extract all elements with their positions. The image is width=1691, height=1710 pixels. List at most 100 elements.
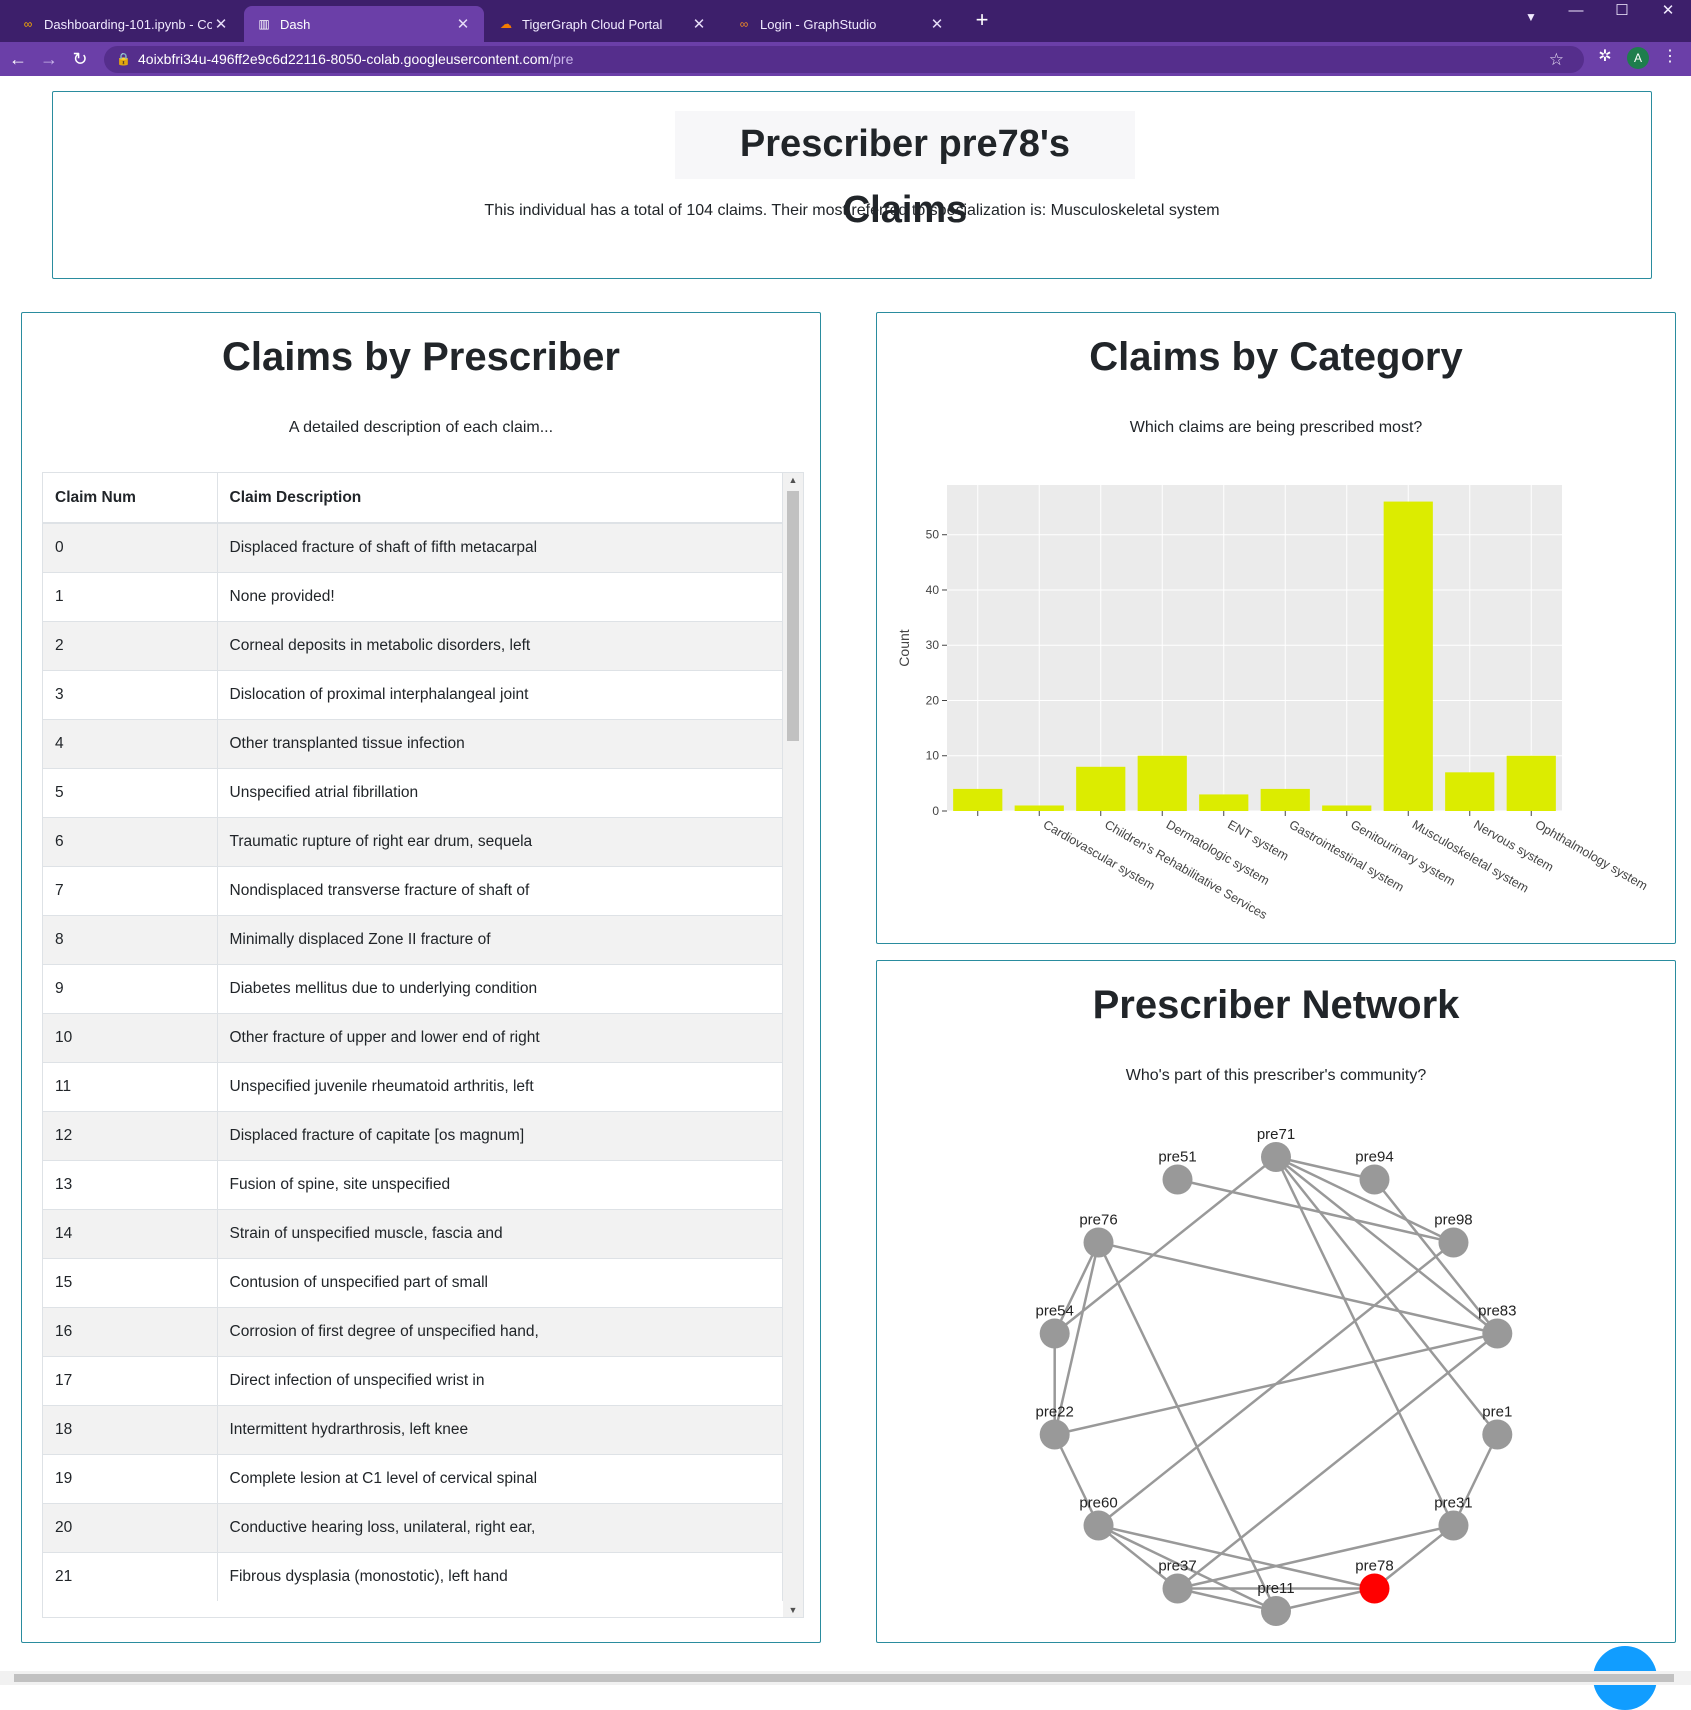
network-node[interactable] (1083, 1510, 1114, 1541)
network-node[interactable] (1162, 1164, 1193, 1195)
table-row[interactable]: 11 Unspecified juvenile rheumatoid arthri… (43, 1061, 783, 1111)
claim-num-cell[interactable]: 5 (43, 767, 218, 817)
network-node[interactable] (1261, 1142, 1291, 1172)
scrollbar-thumb[interactable] (787, 491, 799, 741)
claim-num-cell[interactable]: 2 (43, 620, 218, 670)
forward-icon[interactable]: → (37, 47, 61, 71)
close-window-icon[interactable]: ✕ (1645, 0, 1691, 24)
table-row[interactable]: 15 Contusion of unspecified part of small (43, 1257, 783, 1307)
profile-avatar[interactable]: A (1627, 47, 1649, 69)
claim-description-cell[interactable]: Traumatic rupture of right ear drum, seq… (217, 816, 783, 866)
table-row[interactable]: 6 Traumatic rupture of right ear drum, se… (43, 816, 783, 866)
claim-description-cell[interactable]: Diabetes mellitus due to underlying cond… (217, 963, 783, 1013)
claim-num-cell[interactable]: 18 (43, 1404, 218, 1454)
table-row[interactable]: 5 Unspecified atrial fibrillation (43, 767, 783, 817)
claim-description-cell[interactable]: None provided! (217, 571, 783, 621)
claim-description-cell[interactable]: Conductive hearing loss, unilateral, rig… (217, 1502, 783, 1552)
table-scrollbar[interactable]: ▲ ▼ (783, 473, 803, 1617)
close-tab-icon[interactable]: ✕ (212, 15, 230, 33)
claim-num-cell[interactable]: 1 (43, 571, 218, 621)
table-row[interactable]: 20 Conductive hearing loss, unilateral, r… (43, 1502, 783, 1552)
tab-search-icon[interactable]: ▼ (1508, 6, 1554, 30)
claim-description-cell[interactable]: Complete lesion at C1 level of cervical … (217, 1453, 783, 1503)
table-row[interactable]: 21 Fibrous dysplasia (monostotic), left h… (43, 1551, 783, 1601)
table-row[interactable]: 4 Other transplanted tissue infection (43, 718, 783, 768)
minimize-icon[interactable]: — (1553, 0, 1599, 24)
table-row[interactable]: 1 None provided! (43, 571, 783, 621)
tab-graphstudio[interactable]: ∞ Login - GraphStudio ✕ (724, 6, 958, 42)
table-row[interactable]: 13 Fusion of spine, site unspecified (43, 1159, 783, 1209)
new-tab-button[interactable]: + (970, 9, 994, 33)
claim-description-cell[interactable]: Corneal deposits in metabolic disorders,… (217, 620, 783, 670)
claim-num-cell[interactable]: 20 (43, 1502, 218, 1552)
claim-num-cell[interactable]: 17 (43, 1355, 218, 1405)
network-node[interactable] (1039, 1419, 1070, 1450)
reload-icon[interactable]: ↻ (68, 47, 92, 71)
table-row[interactable]: 19 Complete lesion at C1 level of cervica… (43, 1453, 783, 1503)
claim-num-cell[interactable]: 16 (43, 1306, 218, 1356)
maximize-icon[interactable]: ☐ (1599, 0, 1645, 24)
claim-description-cell[interactable]: Corrosion of first degree of unspecified… (217, 1306, 783, 1356)
claim-num-cell[interactable]: 6 (43, 816, 218, 866)
network-node[interactable] (1482, 1419, 1513, 1450)
claim-num-cell[interactable]: 19 (43, 1453, 218, 1503)
network-node[interactable] (1359, 1164, 1390, 1195)
claim-description-cell[interactable]: Fusion of spine, site unspecified (217, 1159, 783, 1209)
close-tab-icon[interactable]: ✕ (928, 15, 946, 33)
close-tab-icon[interactable]: ✕ (690, 15, 708, 33)
table-row[interactable]: 8 Minimally displaced Zone II fracture of (43, 914, 783, 964)
address-bar[interactable]: 🔒 4oixbfri34u-496ff2e9c6d22116-8050-cola… (104, 46, 1584, 73)
claim-num-cell[interactable]: 9 (43, 963, 218, 1013)
table-row[interactable]: 9 Diabetes mellitus due to underlying con… (43, 963, 783, 1013)
tab-tigergraph[interactable]: ☁ TigerGraph Cloud Portal ✕ (486, 6, 720, 42)
page-horizontal-scrollbar[interactable] (0, 1671, 1691, 1685)
network-node[interactable] (1261, 1596, 1291, 1626)
column-header-claim-num[interactable]: Claim Num (43, 473, 218, 524)
table-row[interactable]: 16 Corrosion of first degree of unspecifi… (43, 1306, 783, 1356)
back-icon[interactable]: ← (6, 47, 30, 71)
claim-num-cell[interactable]: 14 (43, 1208, 218, 1258)
tab-colab[interactable]: ∞ Dashboarding-101.ipynb - Colab ✕ (8, 6, 242, 42)
scroll-up-icon[interactable]: ▲ (783, 475, 803, 485)
claim-num-cell[interactable]: 11 (43, 1061, 218, 1111)
claim-description-cell[interactable]: Minimally displaced Zone II fracture of (217, 914, 783, 964)
claim-num-cell[interactable]: 15 (43, 1257, 218, 1307)
claim-num-cell[interactable]: 7 (43, 865, 218, 915)
table-row[interactable]: 2 Corneal deposits in metabolic disorders… (43, 620, 783, 670)
claim-description-cell[interactable]: Unspecified juvenile rheumatoid arthriti… (217, 1061, 783, 1111)
claims-table-container[interactable]: Claim Num Claim Description 0 Displaced f… (42, 472, 804, 1618)
claim-description-cell[interactable]: Other fracture of upper and lower end of… (217, 1012, 783, 1062)
claim-description-cell[interactable]: Displaced fracture of capitate [os magnu… (217, 1110, 783, 1160)
bookmark-star-icon[interactable]: ☆ (1549, 46, 1564, 73)
claim-description-cell[interactable]: Direct infection of unspecified wrist in (217, 1355, 783, 1405)
close-tab-icon[interactable]: ✕ (454, 15, 472, 33)
network-node[interactable] (1482, 1318, 1513, 1349)
table-row[interactable]: 0 Displaced fracture of shaft of fifth me… (43, 522, 783, 572)
claim-num-cell[interactable]: 8 (43, 914, 218, 964)
network-node[interactable] (1083, 1227, 1114, 1258)
network-node[interactable] (1162, 1573, 1193, 1604)
claim-num-cell[interactable]: 21 (43, 1551, 218, 1601)
table-row[interactable]: 12 Displaced fracture of capitate [os mag… (43, 1110, 783, 1160)
browser-menu-icon[interactable]: ⋮ (1660, 46, 1680, 66)
claim-description-cell[interactable]: Strain of unspecified muscle, fascia and (217, 1208, 783, 1258)
claim-description-cell[interactable]: Intermittent hydrarthrosis, left knee (217, 1404, 783, 1454)
claim-num-cell[interactable]: 13 (43, 1159, 218, 1209)
tab-dash[interactable]: ▥ Dash ✕ (244, 6, 484, 42)
claim-description-cell[interactable]: Unspecified atrial fibrillation (217, 767, 783, 817)
claim-description-cell[interactable]: Fibrous dysplasia (monostotic), left han… (217, 1551, 783, 1601)
claim-num-cell[interactable]: 0 (43, 522, 218, 572)
scroll-down-icon[interactable]: ▼ (783, 1605, 803, 1615)
network-node[interactable] (1359, 1573, 1390, 1604)
network-node[interactable] (1438, 1227, 1469, 1258)
claim-description-cell[interactable]: Displaced fracture of shaft of fifth met… (217, 522, 783, 572)
table-row[interactable]: 14 Strain of unspecified muscle, fascia a… (43, 1208, 783, 1258)
table-row[interactable]: 10 Other fracture of upper and lower end … (43, 1012, 783, 1062)
network-node[interactable] (1039, 1318, 1070, 1349)
table-row[interactable]: 18 Intermittent hydrarthrosis, left knee (43, 1404, 783, 1454)
column-header-claim-description[interactable]: Claim Description (217, 473, 783, 524)
table-row[interactable]: 17 Direct infection of unspecified wrist … (43, 1355, 783, 1405)
claim-description-cell[interactable]: Other transplanted tissue infection (217, 718, 783, 768)
claim-num-cell[interactable]: 3 (43, 669, 218, 719)
table-row[interactable]: 7 Nondisplaced transverse fracture of sha… (43, 865, 783, 915)
